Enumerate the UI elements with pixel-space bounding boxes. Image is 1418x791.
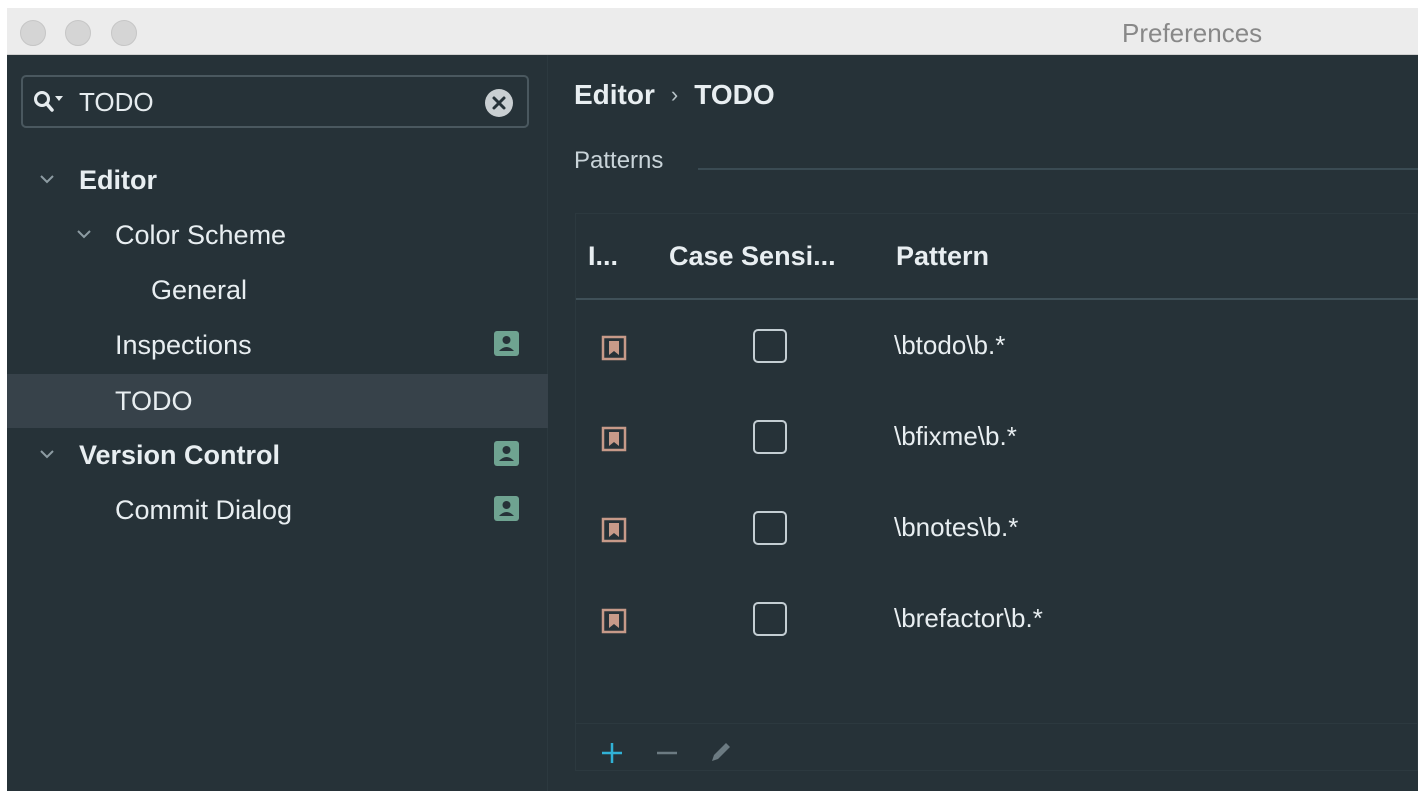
case-sensitive-checkbox[interactable] (753, 420, 787, 454)
zoom-window-button[interactable] (111, 20, 137, 46)
tree-label-commit-dialog: Commit Dialog (115, 495, 293, 525)
chevron-down-icon[interactable] (75, 225, 93, 243)
window-title: Preferences (1122, 18, 1263, 48)
project-settings-icon (494, 441, 519, 466)
clear-search-icon[interactable] (485, 89, 513, 117)
project-settings-icon (494, 331, 519, 356)
settings-sidebar: Editor Color Scheme General Inspections … (7, 55, 548, 791)
pattern-cell: \bfixme\b.* (894, 421, 1017, 451)
chevron-down-icon[interactable] (38, 170, 56, 188)
tree-item-general[interactable]: General (7, 263, 548, 317)
tree-item-color-scheme[interactable]: Color Scheme (7, 208, 548, 262)
settings-content: Editor › TODO Patterns I... Case Sensi... … (548, 55, 1418, 791)
table-row[interactable]: \btodo\b.* (576, 302, 1418, 392)
table-row[interactable]: \bfixme\b.* (576, 393, 1418, 483)
title-bar: Preferences (7, 8, 1418, 55)
case-sensitive-checkbox[interactable] (753, 511, 787, 545)
breadcrumb-parent[interactable]: Editor (574, 79, 655, 110)
edit-pattern-icon[interactable] (703, 736, 737, 770)
preferences-window: Preferences Editor (7, 8, 1418, 791)
table-toolbar (575, 723, 1418, 779)
case-sensitive-checkbox[interactable] (753, 329, 787, 363)
column-header-pattern[interactable]: Pattern (896, 241, 989, 272)
pattern-cell: \brefactor\b.* (894, 603, 1043, 633)
todo-bookmark-icon (601, 335, 627, 361)
tree-label-editor: Editor (79, 165, 157, 195)
tree-label-todo: TODO (115, 386, 193, 416)
minimize-window-button[interactable] (65, 20, 91, 46)
tree-label-version-control: Version Control (79, 440, 281, 470)
tree-item-version-control[interactable]: Version Control (7, 428, 548, 482)
tree-item-todo[interactable]: TODO (7, 374, 548, 428)
table-row[interactable]: \bnotes\b.* (576, 484, 1418, 574)
search-input[interactable] (79, 87, 469, 117)
todo-bookmark-icon (601, 517, 627, 543)
tree-item-inspections[interactable]: Inspections (7, 318, 548, 372)
todo-bookmark-icon (601, 608, 627, 634)
project-settings-icon (494, 496, 519, 521)
tree-item-commit-dialog[interactable]: Commit Dialog (7, 483, 548, 537)
settings-search[interactable] (21, 75, 529, 128)
search-icon[interactable] (33, 90, 69, 114)
group-divider (698, 168, 1418, 170)
pattern-cell: \btodo\b.* (894, 330, 1006, 360)
patterns-table: I... Case Sensi... Pattern \btodo\b.* \b (575, 213, 1418, 771)
close-window-button[interactable] (20, 20, 46, 46)
tree-label-general: General (151, 275, 248, 305)
column-header-case-sensitive[interactable]: Case Sensi... (669, 241, 836, 272)
table-header: I... Case Sensi... Pattern (576, 214, 1418, 300)
breadcrumb-current: TODO (694, 79, 775, 110)
breadcrumb-separator: › (670, 82, 679, 107)
table-row[interactable]: \brefactor\b.* (576, 575, 1418, 665)
tree-label-inspections: Inspections (115, 330, 252, 360)
tree-label-color-scheme: Color Scheme (115, 220, 287, 250)
remove-pattern-button[interactable] (650, 736, 684, 770)
case-sensitive-checkbox[interactable] (753, 602, 787, 636)
column-header-icon[interactable]: I... (588, 241, 618, 272)
chevron-down-icon[interactable] (38, 445, 56, 463)
add-pattern-button[interactable] (595, 736, 629, 770)
todo-bookmark-icon (601, 426, 627, 452)
pattern-cell: \bnotes\b.* (894, 512, 1019, 542)
tree-item-editor[interactable]: Editor (7, 153, 548, 207)
breadcrumb: Editor › TODO (574, 79, 775, 111)
patterns-group-label: Patterns (574, 147, 664, 174)
